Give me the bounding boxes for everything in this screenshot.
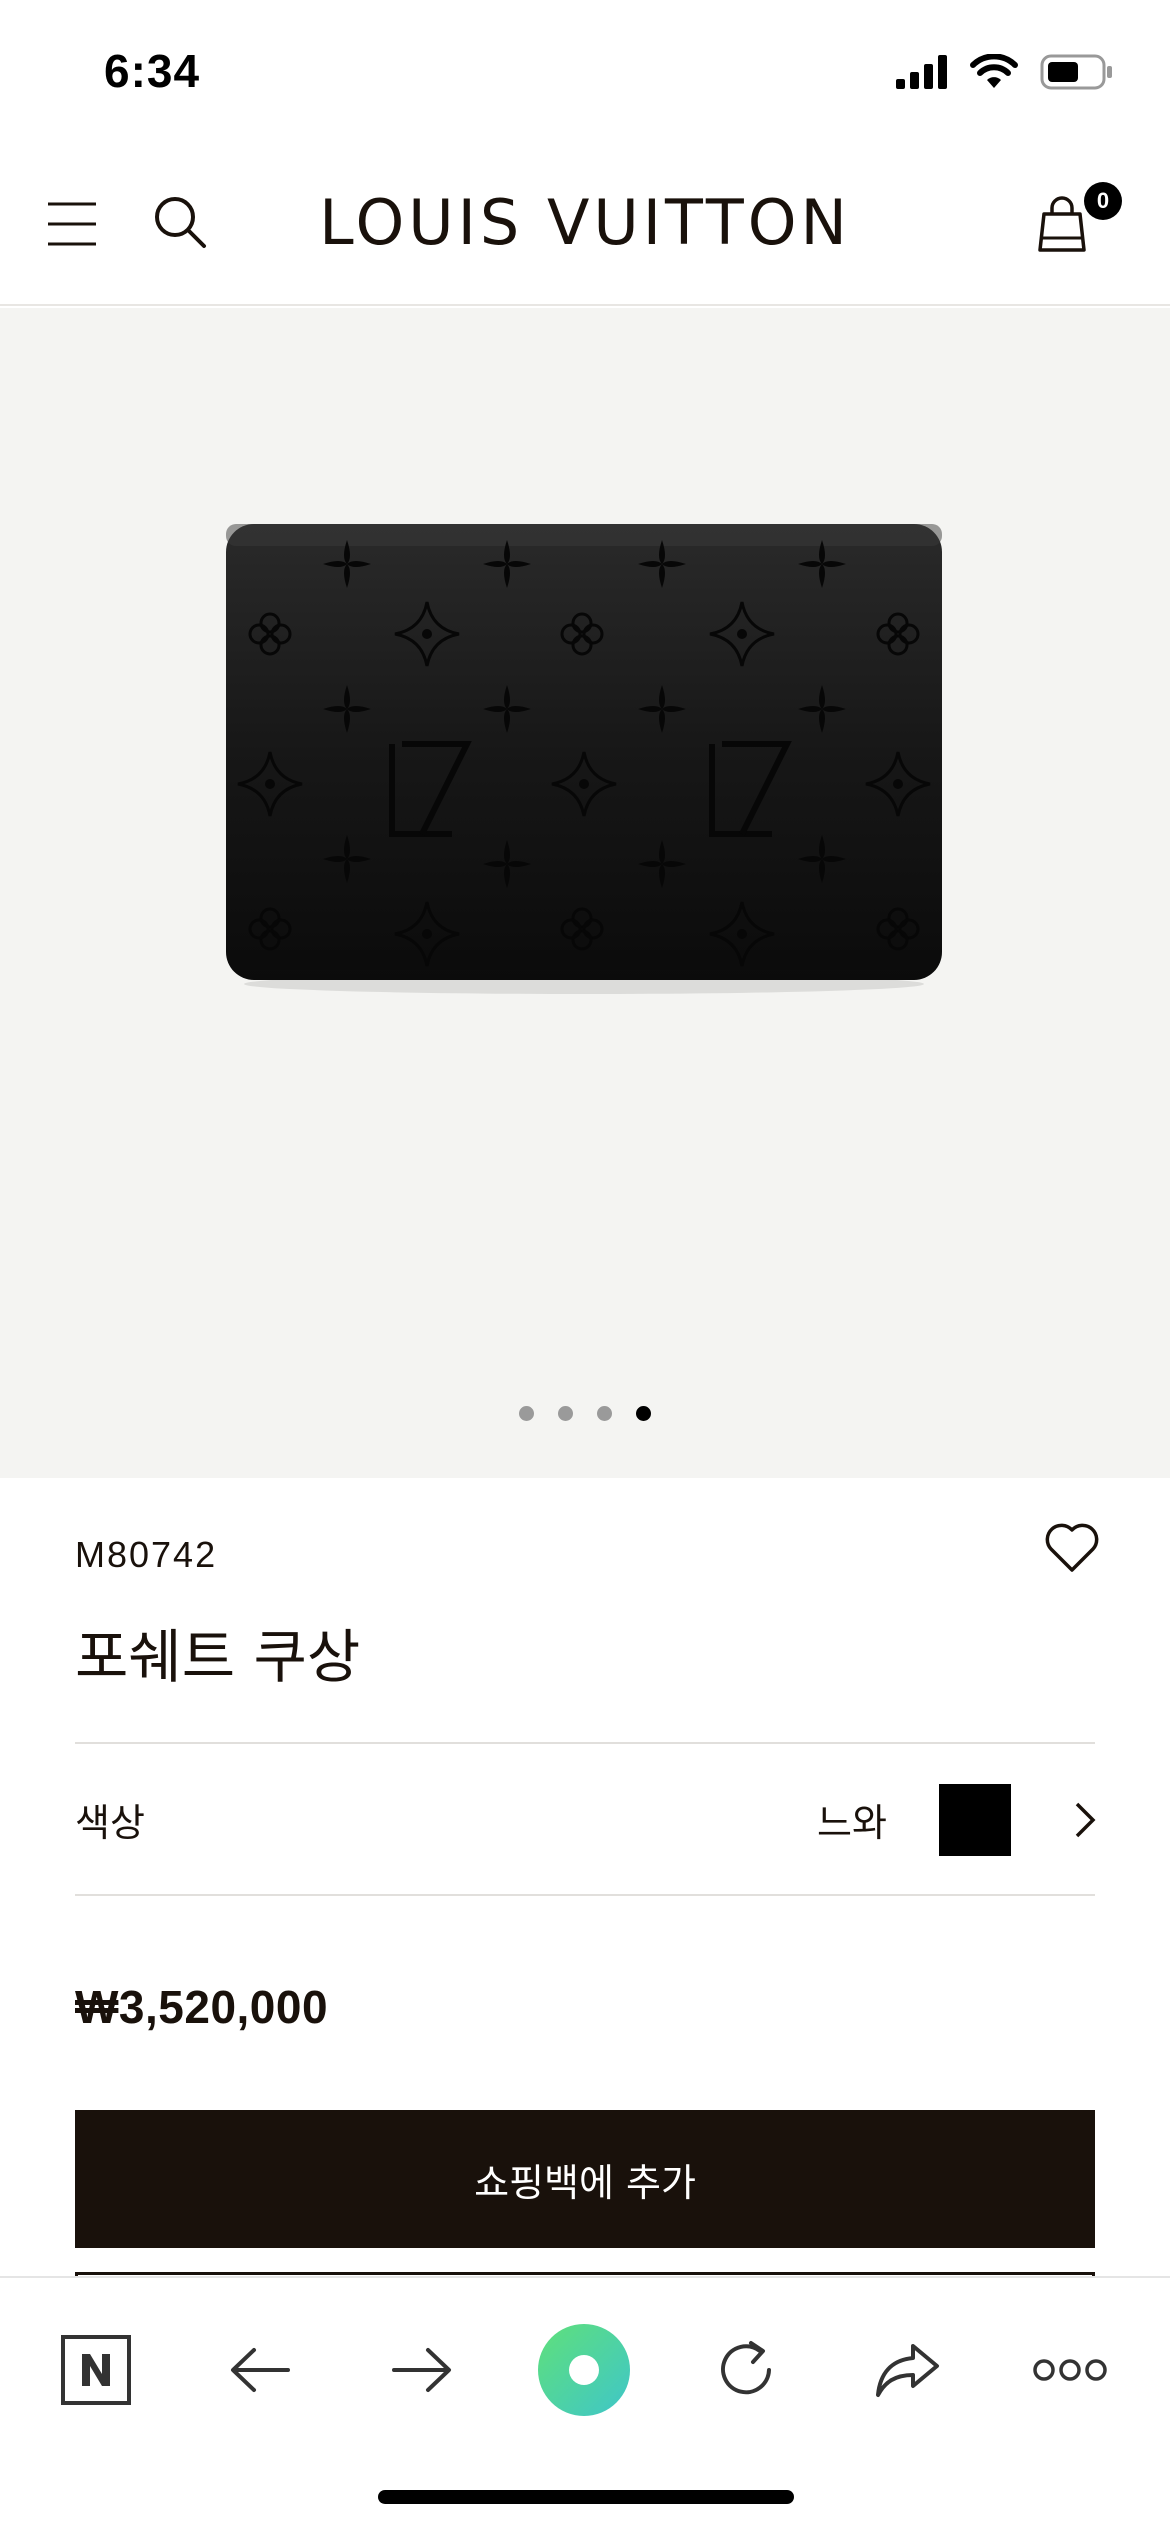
pagination-dot-active[interactable] <box>636 1406 651 1421</box>
status-bar: 6:34 <box>0 0 1170 150</box>
product-name: 포쉐트 쿠상 <box>75 1623 361 1691</box>
heart-icon[interactable] <box>1044 1522 1100 1574</box>
cellular-signal-icon <box>896 55 947 89</box>
add-to-bag-button[interactable]: 쇼핑백에 추가 <box>75 2110 1095 2248</box>
brand-logo[interactable]: LOUIS VUITTON <box>0 186 1170 259</box>
color-label: 색상 <box>75 1801 145 1845</box>
green-circle-home-icon[interactable] <box>534 2320 634 2420</box>
battery-icon <box>1040 54 1112 90</box>
product-price: ₩3,520,000 <box>75 1981 329 2033</box>
home-indicator <box>378 2490 794 2504</box>
wifi-icon <box>970 54 1018 88</box>
product-sku: M80742 <box>75 1534 218 1575</box>
more-dots-icon[interactable] <box>1020 2320 1120 2420</box>
status-icons <box>896 50 1114 94</box>
gallery-pagination[interactable] <box>0 1406 1170 1421</box>
color-selector[interactable]: 색상 느와 <box>75 1746 1096 1896</box>
pagination-dot[interactable] <box>519 1406 534 1421</box>
shopping-bag-icon[interactable] <box>1034 194 1090 254</box>
forward-arrow-icon[interactable] <box>372 2320 472 2420</box>
status-time: 6:34 <box>104 45 201 97</box>
pagination-dot[interactable] <box>558 1406 573 1421</box>
site-header: LOUIS VUITTON <box>0 150 1170 306</box>
share-icon[interactable] <box>858 2320 958 2420</box>
divider <box>75 1894 1095 1896</box>
chevron-right-icon <box>1075 1802 1096 1838</box>
bag-count-badge: 0 <box>1084 182 1122 220</box>
reload-icon[interactable] <box>696 2320 796 2420</box>
color-value: 느와 <box>817 1801 887 1845</box>
color-swatch <box>939 1784 1011 1856</box>
naver-n-icon[interactable] <box>46 2320 146 2420</box>
pagination-dot[interactable] <box>597 1406 612 1421</box>
divider <box>75 1742 1095 1744</box>
back-arrow-icon[interactable] <box>210 2320 310 2420</box>
product-image <box>226 524 942 994</box>
